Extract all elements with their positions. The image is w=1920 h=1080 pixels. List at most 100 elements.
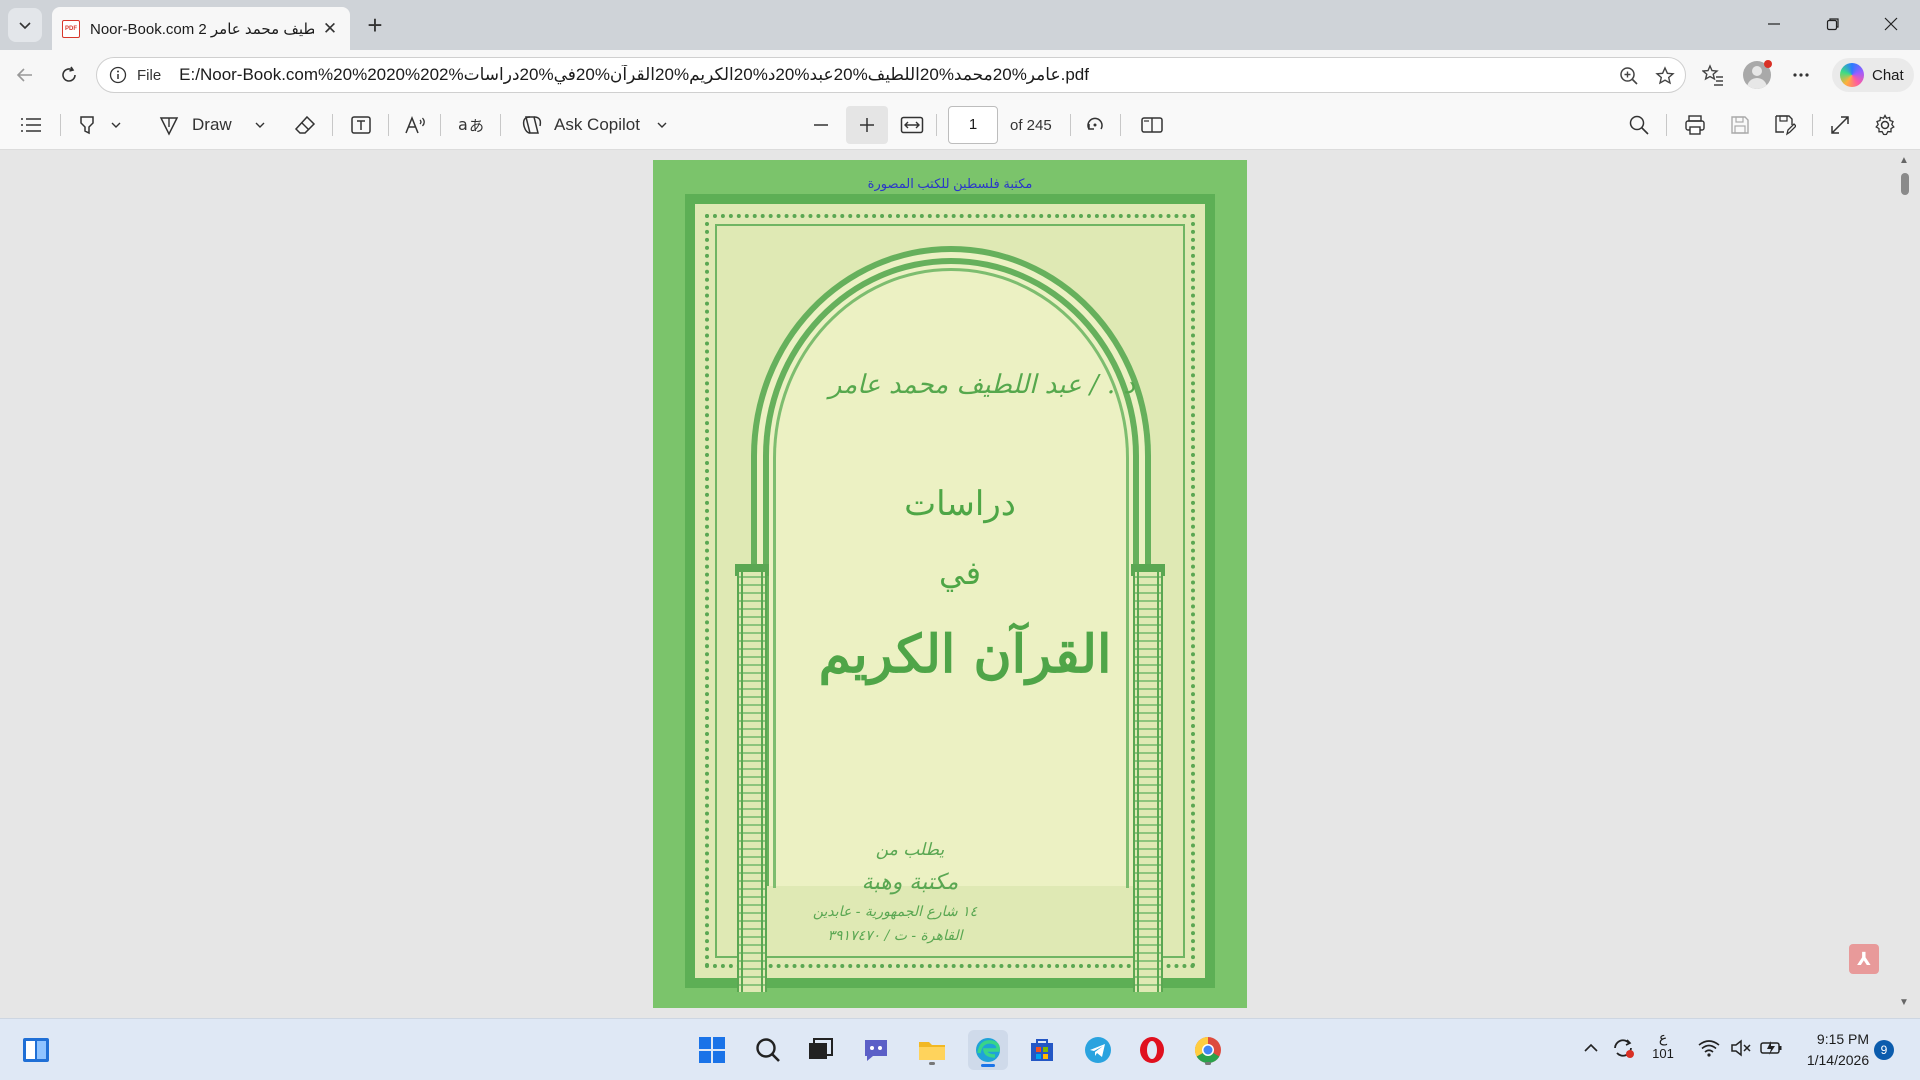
profile-button[interactable] xyxy=(1742,60,1772,90)
svg-text:a: a xyxy=(458,115,468,134)
tab-bar: PDF Noor-Book.com لطيف محمد عامر 2 ✕ + xyxy=(0,0,1920,50)
highlight-options-button[interactable] xyxy=(110,110,122,140)
toolbar-divider xyxy=(500,114,501,136)
acrobat-icon[interactable]: ⅄ xyxy=(1849,944,1879,974)
print-button[interactable] xyxy=(1684,110,1706,140)
toolbar-divider xyxy=(936,114,937,136)
address-bar[interactable]: File E:/Noor-Book.com%20%2020%202%عامر%2… xyxy=(96,57,1686,93)
fit-width-button[interactable] xyxy=(900,110,924,140)
start-button[interactable] xyxy=(694,1032,730,1068)
translate-icon: aあ xyxy=(458,115,484,135)
vertical-scrollbar[interactable]: ▲ ▼ xyxy=(1896,151,1914,1018)
battery-button[interactable] xyxy=(1760,1039,1784,1060)
toolbar-divider xyxy=(440,114,441,136)
clock-date[interactable]: 1/14/2026 xyxy=(1798,1052,1878,1068)
search-button[interactable] xyxy=(750,1032,786,1068)
settings-button[interactable] xyxy=(1874,110,1896,140)
page-view-button[interactable] xyxy=(1140,110,1164,140)
teams-chat-button[interactable] xyxy=(858,1032,894,1068)
zoom-in-button[interactable] xyxy=(846,106,888,144)
find-button[interactable] xyxy=(1628,110,1650,140)
edge-button[interactable] xyxy=(968,1030,1008,1070)
erase-button[interactable] xyxy=(294,110,316,140)
draw-options-button[interactable] xyxy=(254,110,266,140)
save-button[interactable] xyxy=(1730,110,1750,140)
new-tab-button[interactable]: + xyxy=(360,10,390,40)
pdf-icon: PDF xyxy=(62,19,80,38)
fullscreen-button[interactable] xyxy=(1830,110,1850,140)
toolbar-divider xyxy=(1070,114,1071,136)
save-as-button[interactable] xyxy=(1774,110,1796,140)
scroll-down-arrow-icon[interactable]: ▼ xyxy=(1899,997,1909,1008)
chevron-down-icon xyxy=(255,122,265,128)
rotate-button[interactable] xyxy=(1084,110,1106,140)
restore-button[interactable] xyxy=(1804,0,1862,48)
draw-button[interactable]: Draw xyxy=(158,110,232,140)
pen-icon xyxy=(159,117,179,136)
ask-copilot-label: Ask Copilot xyxy=(554,115,640,134)
copilot-chat-button[interactable]: Chat xyxy=(1832,58,1914,92)
running-indicator xyxy=(929,1062,935,1065)
ask-copilot-button[interactable]: Ask Copilot xyxy=(520,110,668,140)
publisher-intro: يطلب من xyxy=(875,840,945,860)
volume-muted-icon xyxy=(1731,1039,1751,1057)
scrollbar-thumb[interactable] xyxy=(1901,173,1909,195)
more-menu-button[interactable] xyxy=(1786,60,1816,90)
keyboard-language-button[interactable]: ع 101 xyxy=(1650,1029,1676,1061)
task-view-icon xyxy=(809,1038,833,1059)
opera-button[interactable] xyxy=(1134,1032,1170,1068)
widgets-button[interactable] xyxy=(18,1032,54,1068)
chat-label: Chat xyxy=(1872,66,1904,84)
refresh-button[interactable] xyxy=(54,60,84,90)
highlight-button[interactable] xyxy=(76,110,98,140)
star-icon xyxy=(1655,66,1675,85)
add-text-button[interactable] xyxy=(350,110,372,140)
taskbar: ع 101 9:15 PM 1/14/2026 9 xyxy=(0,1018,1920,1080)
zoom-button[interactable] xyxy=(1617,64,1641,88)
draw-label: Draw xyxy=(192,115,232,134)
keyboard-code-label: 101 xyxy=(1652,1046,1674,1061)
sync-status-button[interactable] xyxy=(1610,1035,1636,1064)
page-watermark: مكتبة فلسطين للكتب المصورة xyxy=(867,176,1033,191)
ellipsis-icon xyxy=(1793,73,1809,77)
read-aloud-icon xyxy=(405,115,425,134)
contents-button[interactable] xyxy=(20,110,42,140)
notification-badge[interactable]: 9 xyxy=(1874,1040,1894,1060)
favorites-button[interactable] xyxy=(1698,60,1728,90)
pdf-viewport[interactable]: مكتبة فلسطين للكتب المصورة د . / عبد الل… xyxy=(0,151,1920,1018)
volume-button[interactable] xyxy=(1730,1039,1752,1060)
read-aloud-button[interactable] xyxy=(404,110,428,140)
url-text[interactable]: E:/Noor-Book.com%20%2020%202%عامر%20محمد… xyxy=(179,65,1089,85)
store-button[interactable] xyxy=(1024,1032,1060,1068)
save-as-icon xyxy=(1775,115,1796,136)
close-tab-button[interactable]: ✕ xyxy=(320,19,340,39)
telegram-button[interactable] xyxy=(1080,1032,1116,1068)
toolbar-divider xyxy=(60,114,61,136)
arrow-left-icon xyxy=(16,68,32,82)
browser-tab[interactable]: PDF Noor-Book.com لطيف محمد عامر 2 ✕ xyxy=(52,7,350,50)
pdf-toolbar: Draw aあ Ask Copilot 1 of 245 xyxy=(0,100,1920,150)
zoom-out-button[interactable] xyxy=(812,110,830,140)
minimize-button[interactable] xyxy=(1745,0,1803,48)
scroll-up-arrow-icon[interactable]: ▲ xyxy=(1899,155,1909,166)
pdf-page: مكتبة فلسطين للكتب المصورة د . / عبد الل… xyxy=(653,160,1247,1008)
book-title-line-1: دراسات xyxy=(904,484,1016,524)
opera-icon xyxy=(1140,1037,1164,1063)
page-number-input[interactable]: 1 xyxy=(948,106,998,144)
translate-button[interactable]: aあ xyxy=(458,110,484,140)
clock-time[interactable]: 9:15 PM xyxy=(1808,1031,1878,1047)
sync-icon xyxy=(1614,1039,1634,1058)
publisher-phone: القاهرة - ت / ٣٩١٧٤٧٠ xyxy=(827,928,963,944)
tab-list-button[interactable] xyxy=(8,8,42,42)
wifi-button[interactable] xyxy=(1698,1039,1720,1060)
eraser-icon xyxy=(294,115,316,134)
task-view-button[interactable] xyxy=(802,1032,838,1068)
toolbar-divider xyxy=(332,114,333,136)
show-hidden-icons-button[interactable] xyxy=(1582,1039,1600,1060)
folder-icon xyxy=(919,1042,945,1060)
back-button[interactable] xyxy=(10,60,40,90)
favorite-button[interactable] xyxy=(1653,64,1677,88)
file-explorer-button[interactable] xyxy=(914,1032,950,1068)
chrome-button[interactable] xyxy=(1190,1032,1226,1068)
close-window-button[interactable] xyxy=(1862,0,1920,48)
